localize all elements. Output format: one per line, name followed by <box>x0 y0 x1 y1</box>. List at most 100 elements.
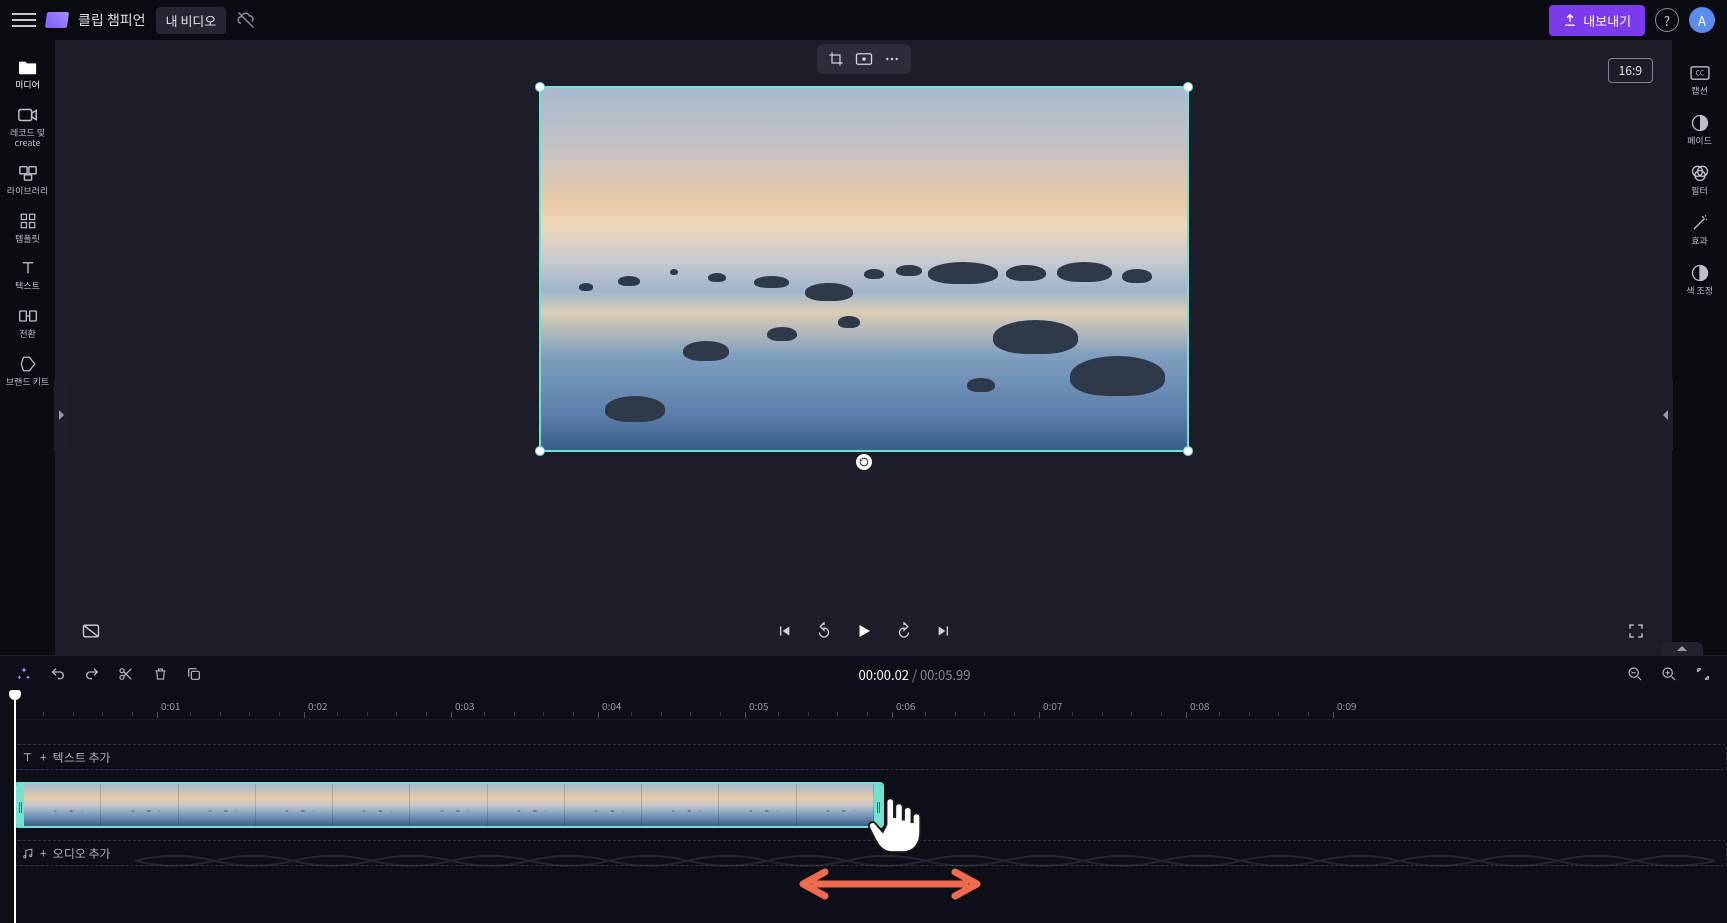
help-button[interactable]: ? <box>1655 8 1679 32</box>
zoom-in-button[interactable] <box>1659 664 1679 684</box>
text-track[interactable]: + 텍스트 추가 <box>14 744 1727 770</box>
add-plus-icon: + <box>40 845 47 862</box>
audio-track-label: 오디오 추가 <box>53 845 111 862</box>
redo-button[interactable] <box>82 664 102 684</box>
waveform-icon <box>135 847 1715 875</box>
skip-start-button[interactable] <box>773 620 795 642</box>
ruler-tick: 0:07 <box>1043 698 1062 713</box>
sidebar-item-media[interactable]: 미디어 <box>2 52 54 96</box>
sidebar-item-library[interactable]: 라이브러리 <box>2 158 54 202</box>
cloud-sync-off-icon[interactable] <box>236 10 256 30</box>
clip-thumbnail <box>797 784 874 826</box>
split-button[interactable] <box>116 664 136 684</box>
sidebar-item-captions[interactable]: CC 캡션 <box>1674 58 1726 102</box>
sidebar-item-label: 캡션 <box>1691 86 1708 96</box>
text-track-label: 텍스트 추가 <box>53 749 111 766</box>
ruler-tick: 0:01 <box>161 698 180 713</box>
current-time: 00:00.02 <box>858 665 909 684</box>
export-button[interactable]: 내보내기 <box>1549 5 1645 36</box>
resize-handle-top-left[interactable] <box>535 82 545 92</box>
filter-icon <box>1689 164 1711 182</box>
sidebar-item-label: 필터 <box>1691 186 1708 196</box>
text-icon <box>17 259 39 277</box>
clip-thumbnail <box>256 784 333 826</box>
sidebar-item-coloradjust[interactable]: 색 조정 <box>1674 258 1726 302</box>
fullscreen-button[interactable] <box>1625 620 1647 642</box>
brand-logo <box>45 12 69 28</box>
playhead[interactable] <box>14 692 16 923</box>
brand-name: 클립 챔피언 <box>78 10 146 30</box>
canvas-toolbar <box>817 44 911 74</box>
folder-icon <box>17 58 39 76</box>
crop-button[interactable] <box>823 48 849 70</box>
sidebar-item-fade[interactable]: 페이드 <box>1674 108 1726 152</box>
camera-icon <box>17 106 39 124</box>
wand-icon <box>1689 214 1711 232</box>
timeline-timecode: 00:00.02 / 00:05.99 <box>218 665 1611 684</box>
clip-trim-handle-left[interactable]: || <box>16 784 24 826</box>
sidebar-item-label: 색 조정 <box>1686 286 1713 296</box>
sidebar-item-effects[interactable]: 효과 <box>1674 208 1726 252</box>
rotate-handle[interactable] <box>856 454 872 470</box>
step-back-button[interactable] <box>813 620 835 642</box>
sidebar-item-filters[interactable]: 필터 <box>1674 158 1726 202</box>
fit-button[interactable] <box>851 48 877 70</box>
video-clip[interactable]: || || <box>14 782 884 828</box>
ruler-tick: 0:02 <box>308 698 327 713</box>
clip-thumbnails <box>24 784 874 826</box>
duplicate-button[interactable] <box>184 664 204 684</box>
undo-button[interactable] <box>48 664 68 684</box>
sidebar-item-label: 라이브러리 <box>7 186 48 196</box>
svg-text:CC: CC <box>1695 69 1704 79</box>
clip-thumbnail <box>101 784 178 826</box>
play-button[interactable] <box>853 620 875 642</box>
clip-thumbnail <box>179 784 256 826</box>
tag-icon <box>17 355 39 373</box>
music-icon <box>21 847 34 860</box>
right-sidebar-collapse[interactable] <box>1659 380 1673 450</box>
menu-button[interactable] <box>12 8 36 32</box>
sidebar-item-label: 페이드 <box>1687 136 1712 146</box>
clip-thumbnail <box>488 784 565 826</box>
sidebar-item-label: 효과 <box>1691 236 1708 246</box>
delete-button[interactable] <box>150 664 170 684</box>
timeline-collapse-button[interactable] <box>1661 642 1703 656</box>
resize-handle-top-right[interactable] <box>1183 82 1193 92</box>
resize-handle-bottom-left[interactable] <box>535 446 545 456</box>
ruler-tick: 0:08 <box>1190 698 1209 713</box>
timeline-ruler[interactable]: 0:010:020:030:040:050:060:070:080:09 <box>14 692 1727 720</box>
hide-preview-button[interactable] <box>80 620 102 642</box>
skip-end-button[interactable] <box>933 620 955 642</box>
sidebar-item-text[interactable]: 텍스트 <box>2 253 54 297</box>
export-label: 내보내기 <box>1583 11 1631 30</box>
clip-trim-handle-right[interactable]: || <box>874 784 882 826</box>
clip-thumbnail <box>719 784 796 826</box>
sidebar-item-label: 텍스트 <box>15 281 40 291</box>
video-preview <box>541 88 1187 450</box>
text-icon <box>21 751 34 764</box>
upload-icon <box>1563 13 1577 27</box>
library-icon <box>17 164 39 182</box>
sidebar-item-transition[interactable]: 전환 <box>2 301 54 345</box>
clip-thumbnail <box>333 784 410 826</box>
resize-handle-bottom-right[interactable] <box>1183 446 1193 456</box>
zoom-out-button[interactable] <box>1625 664 1645 684</box>
fade-icon <box>1689 114 1711 132</box>
ruler-tick: 0:03 <box>455 698 474 713</box>
magic-button[interactable] <box>14 664 34 684</box>
left-sidebar: 미디어 레코드 및 create 라이브러리 템플릿 <box>0 40 56 655</box>
user-avatar[interactable]: A <box>1689 7 1715 33</box>
fit-timeline-button[interactable] <box>1693 664 1713 684</box>
sidebar-item-record[interactable]: 레코드 및 create <box>2 100 54 154</box>
video-canvas[interactable] <box>539 86 1189 452</box>
sidebar-item-brandkit[interactable]: 브랜드 키트 <box>2 349 54 393</box>
cc-icon: CC <box>1689 64 1711 82</box>
grid-icon <box>17 212 39 230</box>
step-forward-button[interactable] <box>893 620 915 642</box>
ruler-tick: 0:09 <box>1337 698 1356 713</box>
project-name[interactable]: 내 비디오 <box>156 7 227 34</box>
more-options-button[interactable] <box>879 48 905 70</box>
audio-track[interactable]: + 오디오 추가 <box>14 840 1727 866</box>
transition-icon <box>17 307 39 325</box>
sidebar-item-templates[interactable]: 템플릿 <box>2 206 54 250</box>
